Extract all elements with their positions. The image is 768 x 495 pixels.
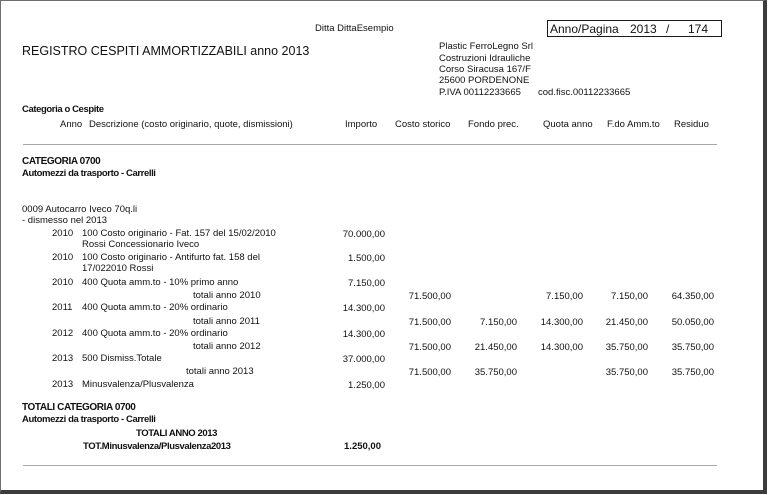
totals-fdo-ammto: 35.750,00 bbox=[605, 367, 648, 378]
movement-description: 400 Quota amm.to - 20% ordinario bbox=[82, 302, 228, 313]
totals-label: totali anno 2010 bbox=[193, 290, 261, 301]
movement-year: 2010 bbox=[52, 228, 74, 239]
totals-label: totali anno 2011 bbox=[193, 316, 260, 327]
totals-costo-storico: 71.500,00 bbox=[408, 317, 451, 328]
totals-quota-anno: 14.300,00 bbox=[540, 342, 583, 353]
category-name: Automezzi da trasporto - Carrelli bbox=[22, 168, 156, 179]
page-label: Anno/Pagina bbox=[550, 22, 619, 36]
col-importo: Importo bbox=[345, 119, 378, 130]
report-page: Ditta DittaEsempio Anno/Pagina 2013 / 17… bbox=[0, 0, 767, 494]
movement-year: 2011 bbox=[52, 302, 73, 313]
movement-description: 100 Costo originario - Antifurto fat. 15… bbox=[82, 252, 260, 263]
movement-description: 100 Costo originario - Fat. 157 del 15/0… bbox=[82, 228, 276, 239]
asset-title: 0009 Autocarro Iveco 70q.li bbox=[22, 204, 138, 215]
page-separator: / bbox=[666, 22, 670, 36]
company-name: Plastic FerroLegno Srl bbox=[439, 41, 533, 52]
page-year: 2013 bbox=[630, 22, 657, 36]
movement-amount: 37.000,00 bbox=[342, 354, 385, 365]
summary-subtitle: Automezzi da trasporto - Carrelli bbox=[22, 414, 156, 425]
movement-year: 2013 bbox=[52, 353, 74, 364]
movement-description: 400 Quota amm.to - 20% ordinario bbox=[82, 328, 228, 339]
totals-residuo: 35.750,00 bbox=[671, 367, 714, 378]
totals-quota-anno: 14.300,00 bbox=[540, 317, 583, 328]
group-header: Categoria o Cespite bbox=[22, 104, 104, 115]
col-fondo-prec: Fondo prec. bbox=[468, 119, 519, 130]
totals-residuo: 64.350,00 bbox=[671, 291, 714, 302]
page-indicator: Anno/Pagina 2013 / 174 bbox=[547, 20, 722, 37]
header-divider bbox=[23, 144, 717, 145]
totals-fdo-ammto: 21.450,00 bbox=[605, 317, 648, 328]
movement-description: Minusvalenza/Plusvalenza bbox=[82, 379, 194, 390]
totals-fondo-prec: 7.150,00 bbox=[480, 317, 517, 328]
company-city: 25600 PORDENONE bbox=[439, 75, 530, 86]
movement-amount: 1.500,00 bbox=[348, 253, 385, 264]
movement-amount: 1.250,00 bbox=[348, 380, 385, 391]
totals-residuo: 35.750,00 bbox=[671, 342, 714, 353]
company-tax-code: cod.fisc.00112233665 bbox=[538, 87, 631, 98]
movement-year: 2010 bbox=[52, 252, 74, 263]
summary-minus-label: TOT.Minusvalenza/Plusvalenza2013 bbox=[83, 441, 231, 452]
movement-amount: 14.300,00 bbox=[342, 329, 385, 340]
company-address: Corso Siracusa 167/F bbox=[439, 64, 531, 75]
movement-amount: 14.300,00 bbox=[342, 303, 385, 314]
asset-status: - dismesso nel 2013 bbox=[22, 215, 108, 226]
movement-year: 2012 bbox=[52, 328, 74, 339]
movement-description: 500 Dismiss.Totale bbox=[82, 353, 162, 364]
movement-year: 2013 bbox=[52, 379, 74, 390]
col-anno: Anno bbox=[60, 119, 83, 130]
totals-fondo-prec: 21.450,00 bbox=[474, 342, 517, 353]
summary-title: TOTALI CATEGORIA 0700 bbox=[22, 402, 136, 413]
summary-year-total: TOTALI ANNO 2013 bbox=[136, 428, 218, 439]
totals-fondo-prec: 35.750,00 bbox=[474, 367, 517, 378]
category-code: CATEGORIA 0700 bbox=[22, 156, 101, 167]
footer-divider bbox=[23, 465, 717, 466]
movement-description-cont: 17/022010 Rossi bbox=[82, 263, 154, 274]
summary-minus-value: 1.250,00 bbox=[344, 441, 381, 452]
page-number: 174 bbox=[688, 22, 709, 36]
totals-label: totali anno 2012 bbox=[193, 341, 261, 352]
totals-residuo: 50.050,00 bbox=[671, 317, 714, 328]
movement-description-cont: Rossi Concessionario Iveco bbox=[82, 239, 200, 250]
totals-costo-storico: 71.500,00 bbox=[408, 291, 451, 302]
totals-fdo-ammto: 35.750,00 bbox=[605, 342, 648, 353]
totals-costo-storico: 71.500,00 bbox=[408, 367, 451, 378]
totals-quota-anno: 7.150,00 bbox=[546, 291, 583, 302]
col-costo-storico: Costo storico bbox=[395, 119, 451, 130]
totals-costo-storico: 71.500,00 bbox=[408, 342, 451, 353]
col-fdo-ammto: F.do Amm.to bbox=[607, 119, 660, 130]
col-residuo: Residuo bbox=[674, 119, 709, 130]
movement-amount: 70.000,00 bbox=[342, 229, 385, 240]
movement-description: 400 Quota amm.to - 10% primo anno bbox=[82, 277, 239, 288]
company-short-name: Ditta DittaEsempio bbox=[315, 23, 394, 34]
movement-amount: 7.150,00 bbox=[348, 278, 385, 289]
totals-fdo-ammto: 7.150,00 bbox=[611, 291, 648, 302]
movement-year: 2010 bbox=[52, 277, 74, 288]
col-quota-anno: Quota anno bbox=[543, 119, 593, 130]
col-descrizione: Descrizione (costo originario, quote, di… bbox=[89, 119, 293, 130]
report-title: REGISTRO CESPITI AMMORTIZZABILI anno 201… bbox=[22, 44, 310, 58]
company-vat: P.IVA 00112233665 bbox=[439, 87, 521, 98]
company-activity: Costruzioni Idrauliche bbox=[439, 53, 531, 64]
totals-label: totali anno 2013 bbox=[186, 366, 254, 377]
